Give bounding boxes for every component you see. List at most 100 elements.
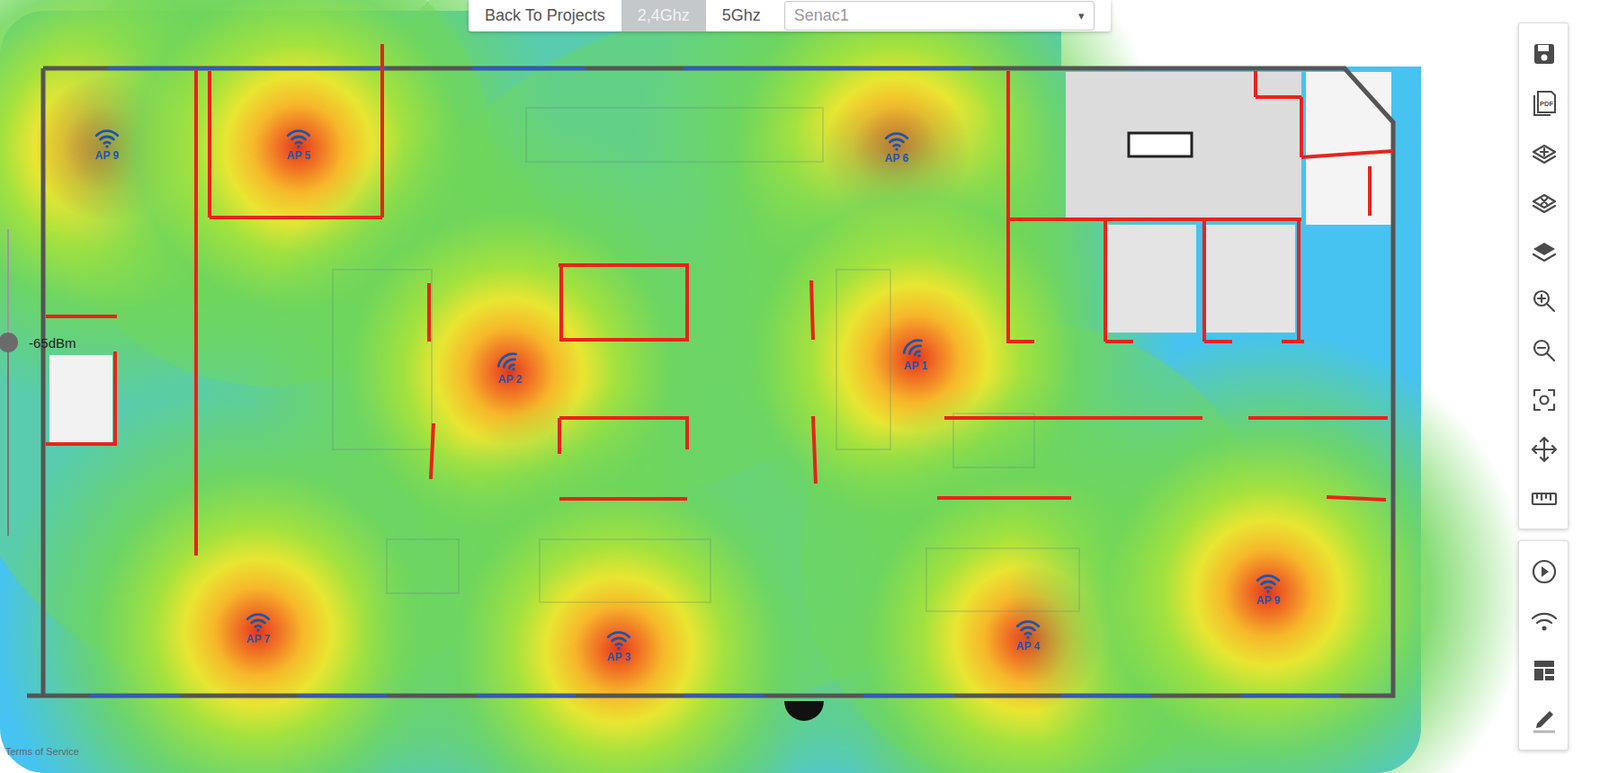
wall [1202, 219, 1207, 342]
move-icon [1529, 435, 1559, 465]
wall [811, 280, 814, 340]
wall [1326, 497, 1386, 501]
threshold-slider[interactable]: -65dBm [7, 229, 9, 537]
focus-button[interactable] [1519, 375, 1570, 425]
band-tab[interactable]: 2,4Ghz [621, 0, 707, 32]
wall [430, 423, 434, 480]
wifi-button[interactable] [1519, 596, 1570, 646]
zoom-in-button[interactable] [1519, 276, 1570, 326]
furniture [539, 539, 711, 603]
access-point-label: AP 3 [607, 652, 631, 664]
pencil-icon [1529, 706, 1559, 735]
stairs-area [1128, 133, 1192, 157]
wall [1103, 219, 1108, 342]
wall [937, 496, 1072, 501]
wall [1281, 339, 1305, 344]
window [107, 67, 387, 71]
stairs-area [1305, 71, 1392, 225]
furniture [953, 413, 1035, 468]
access-point[interactable]: AP 9 [80, 126, 135, 162]
access-point[interactable]: AP 7 [231, 610, 286, 646]
outer-wall [26, 68, 1394, 697]
wall [1253, 71, 1258, 98]
layer-add-button[interactable] [1519, 127, 1570, 178]
ruler-button[interactable] [1519, 473, 1570, 524]
window [863, 695, 954, 698]
restroom [49, 355, 113, 444]
access-point[interactable]: AP 3 [591, 628, 646, 664]
wall [209, 215, 383, 220]
wall [194, 69, 198, 556]
wifi-icon [496, 350, 524, 375]
layer-remove-button[interactable] [1519, 177, 1570, 227]
wall [45, 314, 117, 319]
access-point[interactable]: AP 6 [869, 129, 924, 165]
wall [558, 263, 689, 268]
furniture [332, 269, 432, 450]
access-point[interactable]: AP 2 [482, 350, 537, 386]
window [472, 67, 585, 71]
elevator [1205, 224, 1296, 333]
terms-link[interactable]: Terms of Service [5, 744, 80, 760]
access-point[interactable]: AP 9 [1241, 572, 1296, 608]
zoom-out-button[interactable] [1519, 325, 1570, 376]
save-icon [1529, 39, 1559, 69]
band-tab[interactable]: 5Ghz [706, 0, 778, 32]
move-button[interactable] [1519, 424, 1570, 474]
wall [1105, 339, 1134, 344]
furniture [386, 539, 459, 594]
wifi-icon [285, 126, 313, 151]
wall [45, 442, 117, 447]
access-point[interactable]: AP 1 [888, 337, 943, 373]
window [683, 67, 972, 71]
project-select[interactable]: Senac1▾ [784, 0, 1095, 31]
zoom-in-icon [1529, 286, 1559, 316]
window [89, 695, 180, 698]
play-icon [1529, 557, 1559, 587]
wall [1299, 97, 1304, 158]
access-point-label: AP 9 [95, 150, 119, 162]
access-point-label: AP 6 [884, 152, 909, 165]
wall [113, 351, 117, 445]
wall [207, 71, 212, 218]
window [1241, 695, 1341, 698]
elevator [1106, 224, 1197, 333]
access-point-label: AP 4 [1016, 641, 1040, 653]
wall [1367, 166, 1372, 216]
wall [1204, 339, 1233, 344]
wifi-icon [93, 126, 121, 151]
play-button[interactable] [1519, 546, 1570, 597]
layer-remove-icon [1529, 187, 1559, 217]
wall [1008, 217, 1302, 222]
focus-icon [1529, 385, 1559, 415]
wall [1301, 151, 1394, 158]
dashboard-button[interactable] [1519, 645, 1570, 696]
wall [1255, 95, 1302, 99]
access-point[interactable]: AP 4 [1001, 617, 1055, 653]
wall [813, 416, 816, 484]
access-point[interactable]: AP 5 [271, 126, 326, 162]
layers-button[interactable] [1519, 226, 1570, 277]
wifi-icon [902, 337, 930, 361]
wifi-icon [1254, 572, 1282, 596]
wall [380, 44, 385, 218]
back-button[interactable]: Back To Projects [468, 0, 622, 32]
wifi-icon [883, 129, 911, 153]
window [296, 695, 387, 698]
furniture [836, 269, 891, 450]
heatmap-canvas[interactable]: AP 9 AP 5 AP 6 AP 2 AP 1 AP 7 AP 3 AP 4 AP 9 Back… [0, 0, 1600, 773]
window [1061, 695, 1152, 698]
wall [685, 265, 689, 342]
main-toolbar: PDF [1518, 22, 1569, 530]
door [784, 701, 824, 722]
pdf-button[interactable]: PDF [1519, 78, 1570, 128]
heatmap [0, 0, 1600, 773]
layers-icon [1529, 237, 1559, 267]
wall [561, 338, 688, 342]
access-point-label: AP 1 [903, 360, 928, 373]
zoom-out-icon [1529, 336, 1559, 366]
pencil-button[interactable] [1519, 695, 1570, 745]
window [476, 695, 576, 698]
access-point-label: AP 2 [498, 374, 522, 386]
save-button[interactable] [1519, 28, 1570, 79]
